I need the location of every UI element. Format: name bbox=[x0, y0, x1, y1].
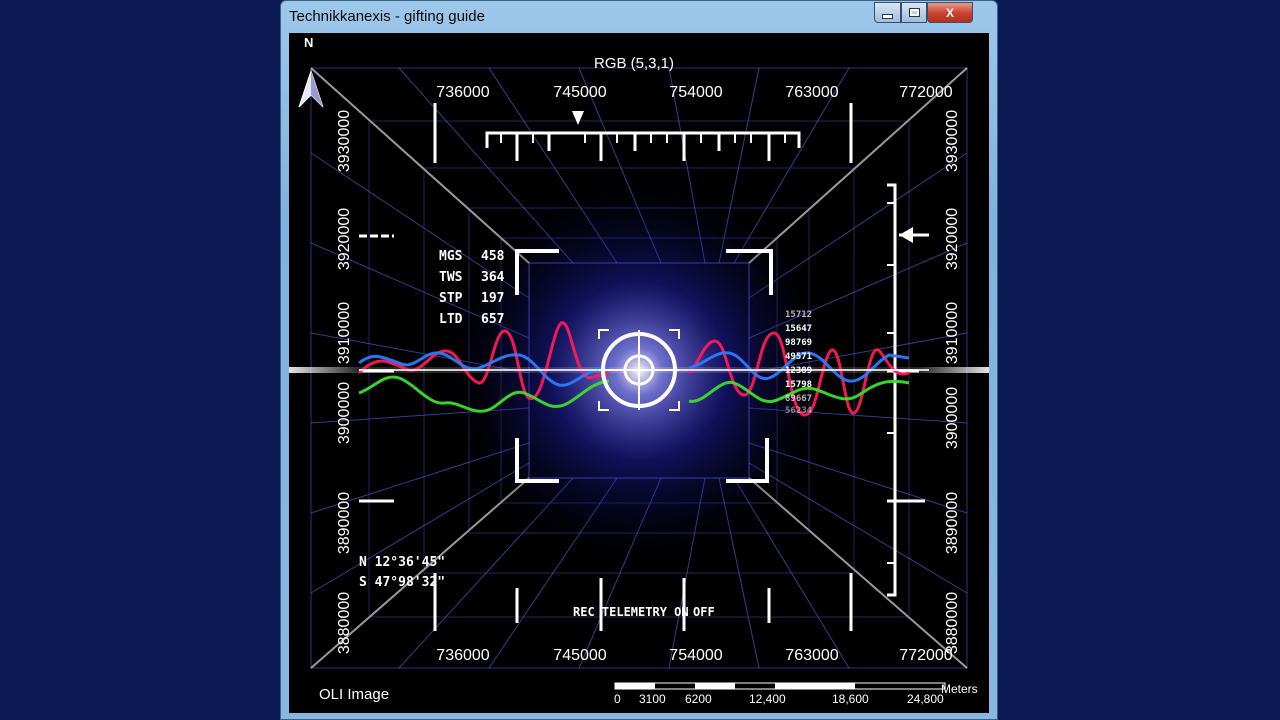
left-tick-label: 3910000 bbox=[336, 302, 353, 364]
hud-canvas: N RGB (5,3,1) 736000 745000 754000 76300… bbox=[289, 35, 989, 706]
title-bar[interactable]: Technikkanexis - gifting guide X bbox=[281, 1, 997, 33]
side-number: 15798 bbox=[785, 380, 812, 390]
image-label: OLI Image bbox=[319, 686, 389, 703]
right-tick-label: 3910000 bbox=[944, 302, 961, 364]
north-label: N bbox=[304, 35, 313, 50]
close-button[interactable]: X bbox=[927, 2, 973, 23]
maximize-icon bbox=[908, 8, 920, 17]
top-tick-label: 763000 bbox=[785, 84, 838, 101]
hud-display: N RGB (5,3,1) 736000 745000 754000 76300… bbox=[289, 33, 989, 713]
stat-value: 458 bbox=[481, 249, 505, 264]
stat-label: STP bbox=[439, 291, 463, 306]
coord-north: N 12°36'45" bbox=[359, 555, 445, 570]
top-tick-label: 754000 bbox=[669, 84, 722, 101]
left-tick-label: 3920000 bbox=[336, 208, 353, 270]
side-number: 89667 bbox=[785, 394, 812, 404]
scale-tick: 3100 bbox=[639, 692, 666, 706]
rgb-label: RGB (5,3,1) bbox=[594, 55, 674, 72]
right-axis-ticks: 3930000 3920000 3910000 3900000 3890000 … bbox=[944, 110, 961, 654]
top-tick-label: 745000 bbox=[553, 84, 606, 101]
telemetry-off[interactable]: OFF bbox=[693, 605, 715, 619]
left-tick-label: 3890000 bbox=[336, 492, 353, 554]
scale-tick: 0 bbox=[614, 692, 621, 706]
left-tick-label: 3880000 bbox=[336, 592, 353, 654]
stat-label: MGS bbox=[439, 249, 463, 264]
bottom-tick-label: 754000 bbox=[669, 647, 722, 664]
stat-label: TWS bbox=[439, 270, 463, 285]
scale-unit: Meters bbox=[941, 682, 978, 696]
bottom-tick-label: 763000 bbox=[785, 647, 838, 664]
scale-tick: 6200 bbox=[685, 692, 712, 706]
altitude-scale bbox=[887, 183, 929, 597]
minimize-button[interactable] bbox=[874, 2, 901, 23]
right-tick-label: 3920000 bbox=[944, 208, 961, 270]
bottom-tick-label: 736000 bbox=[436, 647, 489, 664]
scale-tick: 18,600 bbox=[832, 692, 869, 706]
scale-bar: Meters 0 3100 6200 12,400 18,600 24,800 bbox=[614, 682, 978, 706]
app-window: Technikkanexis - gifting guide X N RGB (… bbox=[280, 0, 998, 720]
side-number: 49571 bbox=[785, 352, 812, 362]
left-tick-label: 3900000 bbox=[336, 382, 353, 444]
telemetry-label: REC TELEMETRY ON bbox=[573, 605, 689, 619]
stat-label: LTD bbox=[439, 312, 463, 327]
top-tick-label: 772000 bbox=[899, 84, 952, 101]
side-number: 12389 bbox=[785, 366, 812, 376]
stat-value: 197 bbox=[481, 291, 504, 306]
window-title: Technikkanexis - gifting guide bbox=[289, 8, 485, 25]
stat-value: 364 bbox=[481, 270, 505, 285]
maximize-button[interactable] bbox=[901, 2, 927, 23]
top-axis-ticks: 736000 745000 754000 763000 772000 bbox=[436, 84, 952, 101]
bottom-tick-label: 745000 bbox=[553, 647, 606, 664]
right-tick-label: 3900000 bbox=[944, 387, 961, 449]
left-tick-label: 3930000 bbox=[336, 110, 353, 172]
minimize-icon bbox=[882, 14, 893, 19]
side-number: 98769 bbox=[785, 338, 812, 348]
scale-tick: 24,800 bbox=[907, 692, 944, 706]
coord-south: S 47°98'32" bbox=[359, 575, 445, 590]
heading-scale bbox=[433, 103, 853, 163]
scale-tick: 12,400 bbox=[749, 692, 786, 706]
side-number: 15647 bbox=[785, 324, 812, 334]
right-tick-label: 3880000 bbox=[944, 592, 961, 654]
stat-value: 657 bbox=[481, 312, 504, 327]
bottom-axis-ticks: 736000 745000 754000 763000 772000 bbox=[436, 647, 952, 664]
side-number: 15712 bbox=[785, 310, 812, 320]
bottom-scale-lines bbox=[433, 573, 853, 631]
right-tick-label: 3930000 bbox=[944, 110, 961, 172]
side-number: 56234 bbox=[785, 406, 813, 416]
right-tick-label: 3890000 bbox=[944, 492, 961, 554]
top-tick-label: 736000 bbox=[436, 84, 489, 101]
